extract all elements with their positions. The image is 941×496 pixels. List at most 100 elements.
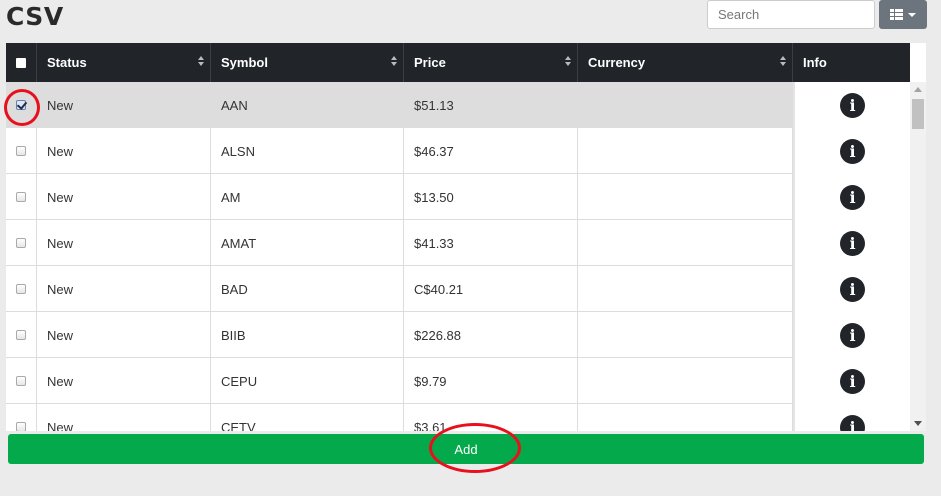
- scrollbar-thumb[interactable]: [912, 99, 924, 129]
- row-select-cell: [6, 266, 37, 312]
- cell-currency: [578, 174, 793, 220]
- column-label: Info: [803, 55, 827, 70]
- caret-down-icon: [908, 12, 916, 17]
- column-header-info: Info: [793, 43, 910, 82]
- row-checkbox[interactable]: [16, 100, 26, 110]
- cell-price: $51.13: [404, 82, 578, 128]
- column-header-symbol[interactable]: Symbol: [211, 43, 404, 82]
- select-all-header: [6, 43, 37, 82]
- cell-currency: [578, 128, 793, 174]
- table-row[interactable]: New AM $13.50 i: [6, 174, 910, 220]
- sort-icon: [391, 56, 397, 66]
- columns-toggle-button[interactable]: [879, 0, 927, 29]
- table-row[interactable]: New BAD C$40.21 i: [6, 266, 910, 312]
- info-circle-icon[interactable]: i: [840, 276, 865, 302]
- info-circle-icon[interactable]: i: [840, 414, 865, 431]
- column-header-status[interactable]: Status: [37, 43, 211, 82]
- cell-symbol: AAN: [211, 82, 404, 128]
- table-row[interactable]: New CETV $3.61 i: [6, 404, 910, 431]
- table-body: New AAN $51.13 i New ALSN $46.37 i New AM $13.50 i N…: [6, 82, 910, 431]
- add-button[interactable]: Add: [8, 434, 924, 464]
- row-checkbox[interactable]: [16, 238, 26, 248]
- table-row[interactable]: New BIIB $226.88 i: [6, 312, 910, 358]
- cell-info: i: [793, 82, 910, 128]
- scroll-up-icon[interactable]: [914, 87, 922, 92]
- cell-price: $226.88: [404, 312, 578, 358]
- csv-page: CSV Status Symbol Price Cur: [0, 0, 941, 496]
- cell-symbol: AMAT: [211, 220, 404, 266]
- table-row[interactable]: New CEPU $9.79 i: [6, 358, 910, 404]
- cell-info: i: [793, 128, 910, 174]
- cell-info: i: [793, 220, 910, 266]
- cell-status: New: [37, 128, 211, 174]
- cell-currency: [578, 404, 793, 431]
- cell-price: C$40.21: [404, 266, 578, 312]
- column-label: Price: [414, 55, 446, 70]
- scroll-down-icon[interactable]: [914, 421, 922, 426]
- cell-info: i: [793, 174, 910, 220]
- row-checkbox[interactable]: [16, 284, 26, 294]
- info-circle-icon[interactable]: i: [840, 184, 865, 210]
- list-icon: [890, 9, 903, 20]
- row-select-cell: [6, 220, 37, 266]
- table-header: Status Symbol Price Currency Info: [6, 43, 910, 82]
- sort-icon: [565, 56, 571, 66]
- info-circle-icon[interactable]: i: [840, 92, 865, 118]
- cell-status: New: [37, 174, 211, 220]
- column-label: Currency: [588, 55, 646, 70]
- scroll-corner: [910, 43, 926, 82]
- info-circle-icon[interactable]: i: [840, 368, 865, 394]
- row-select-cell: [6, 128, 37, 174]
- row-checkbox[interactable]: [16, 376, 26, 386]
- cell-status: New: [37, 82, 211, 128]
- cell-price: $3.61: [404, 404, 578, 431]
- info-circle-icon[interactable]: i: [840, 230, 865, 256]
- row-checkbox[interactable]: [16, 422, 26, 431]
- sort-icon: [780, 56, 786, 66]
- column-header-price[interactable]: Price: [404, 43, 578, 82]
- column-header-currency[interactable]: Currency: [578, 43, 793, 82]
- cell-currency: [578, 312, 793, 358]
- cell-symbol: CEPU: [211, 358, 404, 404]
- search-input[interactable]: [707, 0, 875, 29]
- cell-status: New: [37, 266, 211, 312]
- cell-currency: [578, 220, 793, 266]
- cell-info: i: [793, 266, 910, 312]
- table-row[interactable]: New AAN $51.13 i: [6, 82, 910, 128]
- row-select-cell: [6, 404, 37, 431]
- cell-price: $13.50: [404, 174, 578, 220]
- cell-status: New: [37, 220, 211, 266]
- info-circle-icon[interactable]: i: [840, 322, 865, 348]
- cell-info: i: [793, 312, 910, 358]
- cell-status: New: [37, 358, 211, 404]
- cell-currency: [578, 82, 793, 128]
- row-checkbox[interactable]: [16, 330, 26, 340]
- cell-currency: [578, 358, 793, 404]
- row-checkbox[interactable]: [16, 192, 26, 202]
- cell-status: New: [37, 404, 211, 431]
- vertical-scrollbar[interactable]: [910, 82, 926, 431]
- cell-symbol: CETV: [211, 404, 404, 431]
- cell-info: i: [793, 358, 910, 404]
- cell-status: New: [37, 312, 211, 358]
- cell-price: $46.37: [404, 128, 578, 174]
- column-label: Symbol: [221, 55, 268, 70]
- table-row[interactable]: New AMAT $41.33 i: [6, 220, 910, 266]
- row-checkbox[interactable]: [16, 146, 26, 156]
- cell-symbol: BIIB: [211, 312, 404, 358]
- cell-symbol: AM: [211, 174, 404, 220]
- cell-symbol: ALSN: [211, 128, 404, 174]
- row-select-cell: [6, 82, 37, 128]
- sort-icon: [198, 56, 204, 66]
- cell-info: i: [793, 404, 910, 431]
- cell-price: $9.79: [404, 358, 578, 404]
- table-row[interactable]: New ALSN $46.37 i: [6, 128, 910, 174]
- page-title: CSV: [6, 2, 64, 31]
- data-table: Status Symbol Price Currency Info New AAN…: [6, 43, 926, 431]
- cell-currency: [578, 266, 793, 312]
- info-circle-icon[interactable]: i: [840, 138, 865, 164]
- row-select-cell: [6, 312, 37, 358]
- cell-price: $41.33: [404, 220, 578, 266]
- column-label: Status: [47, 55, 87, 70]
- select-all-checkbox[interactable]: [16, 57, 26, 68]
